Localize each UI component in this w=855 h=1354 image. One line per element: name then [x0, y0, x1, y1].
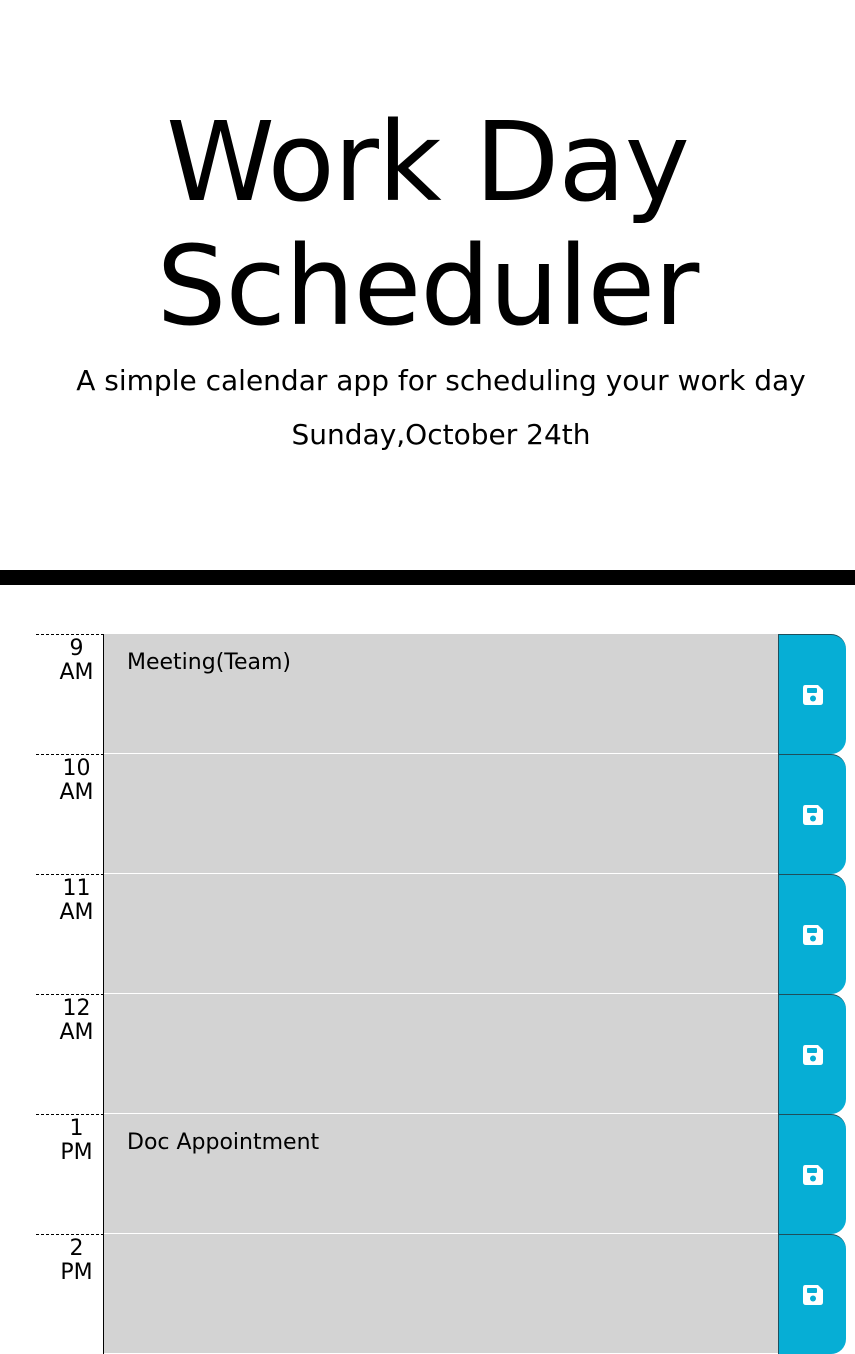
hour-number: 11	[62, 876, 91, 901]
current-day: Sunday,October 24th	[291, 418, 591, 451]
hour-number: 10	[62, 756, 91, 781]
timeblock-list: 9 AM Meeting(Team) 10 AM 11 AM 12 AM 1 P…	[36, 634, 846, 1354]
save-icon	[802, 684, 823, 705]
save-icon	[802, 1044, 823, 1065]
save-icon	[802, 804, 823, 825]
title-line-2: Scheduler	[156, 222, 700, 350]
event-description-input[interactable]: Doc Appointment	[104, 1114, 780, 1234]
header-divider	[0, 570, 855, 585]
hour-period: PM	[60, 1260, 93, 1285]
page-subtitle: A simple calendar app for scheduling you…	[76, 364, 806, 397]
event-description-input[interactable]	[104, 754, 780, 874]
page-title: Work Day Scheduler	[0, 100, 855, 348]
timeblock-row: 1 PM Doc Appointment	[36, 1114, 846, 1234]
hour-label: 9 AM	[36, 634, 104, 754]
save-button[interactable]	[778, 1234, 846, 1354]
hour-number: 1	[69, 1116, 84, 1141]
save-icon	[802, 1284, 823, 1305]
hour-period: AM	[59, 780, 94, 805]
hour-label: 1 PM	[36, 1114, 104, 1234]
hour-period: PM	[60, 1140, 93, 1165]
save-button[interactable]	[778, 874, 846, 994]
hour-period: AM	[59, 1020, 94, 1045]
hour-number: 2	[69, 1236, 84, 1261]
save-button[interactable]	[778, 1114, 846, 1234]
timeblock-row: 2 PM	[36, 1234, 846, 1354]
save-icon	[802, 1164, 823, 1185]
hour-label: 2 PM	[36, 1234, 104, 1354]
hour-label: 10 AM	[36, 754, 104, 874]
event-description-input[interactable]: Meeting(Team)	[104, 634, 780, 754]
timeblock-row: 9 AM Meeting(Team)	[36, 634, 846, 754]
hour-label: 11 AM	[36, 874, 104, 994]
hour-period: AM	[59, 900, 94, 925]
header: Work Day Scheduler A simple calendar app…	[0, 0, 855, 570]
timeblock-row: 11 AM	[36, 874, 846, 994]
save-button[interactable]	[778, 994, 846, 1114]
event-description-input[interactable]	[104, 874, 780, 994]
save-button[interactable]	[778, 634, 846, 754]
timeblock-row: 10 AM	[36, 754, 846, 874]
title-line-1: Work Day	[166, 98, 690, 226]
event-description-input[interactable]	[104, 1234, 780, 1354]
event-description-input[interactable]	[104, 994, 780, 1114]
save-button[interactable]	[778, 754, 846, 874]
hour-label: 12 AM	[36, 994, 104, 1114]
hour-number: 9	[69, 636, 84, 661]
save-icon	[802, 924, 823, 945]
hour-period: AM	[59, 660, 94, 685]
timeblock-row: 12 AM	[36, 994, 846, 1114]
hour-number: 12	[62, 996, 91, 1021]
